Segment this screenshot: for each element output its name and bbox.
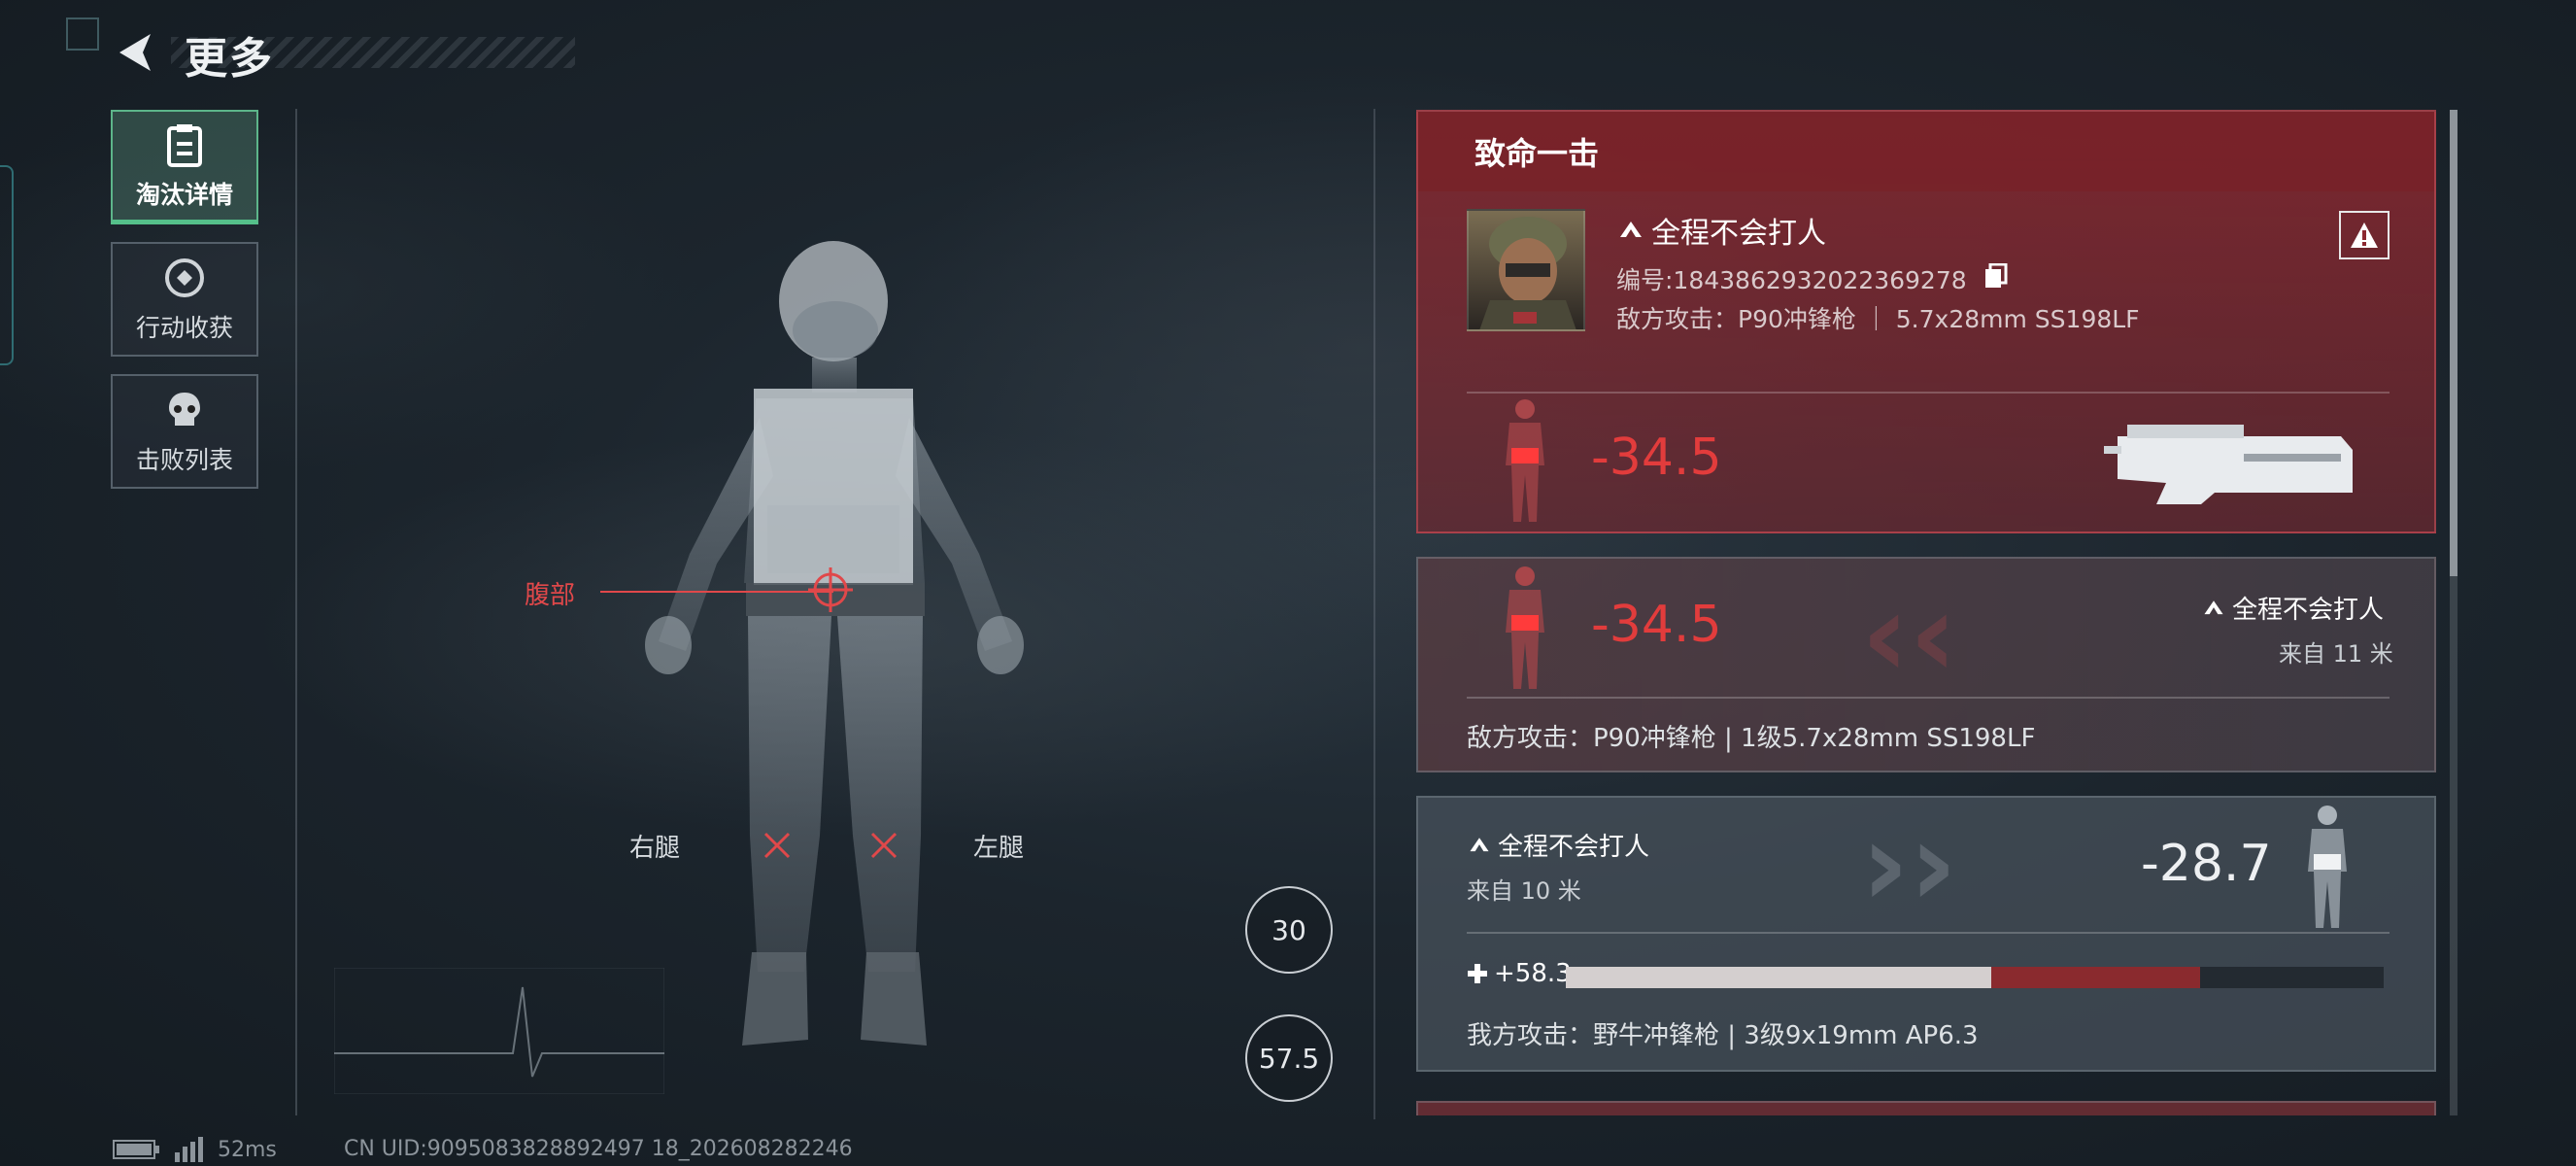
rank-chevron-icon (2204, 600, 2223, 614)
scrollbar[interactable] (2450, 110, 2457, 1115)
body-silhouette-icon (1506, 399, 1544, 522)
enemy-attack-info: 敌方攻击：P90冲锋枪 ｜ 5.7x28mm SS198LF (1616, 305, 2140, 333)
menu-item-defeat-list[interactable]: 击败列表 (111, 374, 258, 489)
fatal-hit-card[interactable]: 致命一击 全程不会打人 编号:1843862932022369278 敌方攻击：… (1416, 110, 2436, 533)
hit-card-partial[interactable] (1416, 1101, 2436, 1115)
body-silhouette-icon (1506, 566, 1544, 689)
enemy-name: 全程不会打人 (2201, 590, 2384, 626)
hit-damage: -34.5 (1591, 596, 1722, 654)
back-arrow-icon (119, 34, 151, 71)
health-bar (1566, 967, 2384, 988)
enemy-name-text: 全程不会打人 (1651, 217, 1826, 251)
back-button[interactable] (109, 25, 163, 80)
hit-label-abdomen: 腹部 (525, 581, 576, 610)
enemy-id-text: 编号:1843862932022369278 (1616, 266, 1967, 294)
helmet-durability: 30 (1245, 886, 1333, 974)
abdomen-pointer-line (600, 591, 833, 593)
menu-label: 行动收获 (135, 314, 233, 342)
battery-icon (113, 1140, 159, 1159)
enemy-avatar (1467, 209, 1585, 331)
enemy-name: 全程不会打人 (1467, 827, 1649, 863)
hit-log-list[interactable]: 致命一击 全程不会打人 编号:1843862932022369278 敌方攻击：… (1416, 110, 2436, 1115)
hit-card[interactable]: -34.5 ‹‹ 全程不会打人 来自 11 米 敌方攻击：P90冲锋枪 | 1级… (1416, 557, 2436, 772)
corner-marker (66, 17, 99, 51)
abdomen-hit-marker (808, 567, 853, 612)
fatal-title: 致命一击 (1418, 112, 2434, 191)
health-remaining-fill (1566, 967, 1991, 988)
armor-durability: 57.5 (1245, 1014, 1333, 1102)
menu-label: 击败列表 (135, 446, 233, 474)
hit-label-right-leg: 右腿 (629, 834, 681, 863)
copy-icon[interactable] (1984, 263, 2008, 289)
rank-chevron-icon (1620, 222, 1642, 237)
attack-info: 敌方攻击：P90冲锋枪 | 1级5.7x28mm SS198LF (1467, 724, 2036, 753)
report-button[interactable] (2339, 211, 2390, 259)
signal-icon (175, 1137, 203, 1162)
right-leg (748, 616, 831, 972)
ping-text: 52ms (218, 1137, 277, 1162)
frame-line-right (1373, 109, 1375, 1119)
fatal-damage: -34.5 (1591, 429, 1722, 487)
enemy-id: 编号:1843862932022369278 (1616, 261, 2008, 296)
left-leg-hit-marker (870, 832, 898, 859)
frame-line-left (295, 109, 297, 1115)
plus-icon (1468, 964, 1487, 983)
p90-smg-icon (2104, 425, 2353, 504)
hit-distance: 来自 11 米 (2279, 640, 2393, 668)
rank-chevron-icon (1470, 837, 1489, 851)
warning-icon (2351, 223, 2378, 248)
card-divider (1467, 392, 2390, 394)
body-hologram (645, 241, 1024, 1046)
enemy-name: 全程不会打人 (1616, 209, 1826, 252)
visor (793, 301, 878, 360)
card-divider (1467, 697, 2390, 699)
outgoing-chevron-icon: ›› (1861, 798, 1957, 933)
left-leg (837, 616, 923, 972)
menu-label: 淘汰详情 (135, 180, 233, 209)
hit-damage: -28.7 (2141, 835, 2272, 893)
enemy-name-text: 全程不会打人 (1498, 833, 1650, 862)
hit-distance: 来自 10 米 (1467, 877, 1581, 905)
left-edge-tab (0, 165, 14, 365)
coin-icon (161, 255, 208, 301)
skull-icon (161, 387, 208, 433)
right-leg-hit-marker (763, 832, 791, 859)
page-title: 更多 (185, 34, 274, 84)
incoming-chevron-icon: ‹‹ (1861, 568, 1957, 703)
menu-item-elimination-details[interactable]: 淘汰详情 (111, 110, 258, 224)
side-menu: 淘汰详情 行动收获 击败列表 (111, 110, 258, 506)
outgoing-hit-card[interactable]: 全程不会打人 来自 10 米 ›› -28.7 +58.3 我方攻击：野牛冲锋枪… (1416, 796, 2436, 1072)
enemy-name-text: 全程不会打人 (2232, 596, 2385, 625)
card-divider (1467, 932, 2390, 934)
menu-item-action-gains[interactable]: 行动收获 (111, 242, 258, 357)
ecg-graph (334, 968, 664, 1094)
uid-text: CN UID:9095083828892497 18_202608282246 (344, 1137, 853, 1161)
health-damage-fill (1990, 967, 2200, 988)
body-silhouette-icon (2308, 806, 2347, 928)
scroll-thumb[interactable] (2450, 110, 2457, 576)
attack-info: 我方攻击：野牛冲锋枪 | 3级9x19mm AP6.3 (1467, 1021, 1979, 1050)
heal-amount-text: +58.3 (1494, 959, 1572, 988)
heal-amount: +58.3 (1467, 959, 1572, 988)
hit-label-left-leg: 左腿 (973, 834, 1025, 863)
clipboard-icon (161, 121, 208, 168)
status-footer: 52ms CN UID:9095083828892497 18_20260828… (113, 1137, 853, 1162)
